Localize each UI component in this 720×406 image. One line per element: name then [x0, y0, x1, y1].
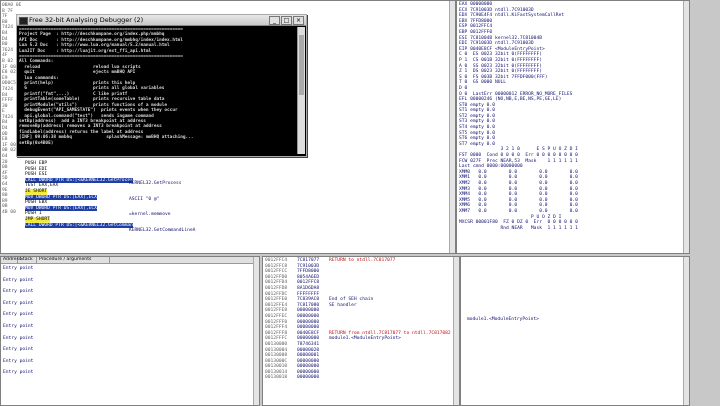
- stack-comment: SE handler: [329, 302, 357, 308]
- call-stack-pane[interactable]: AddressStack Procedure / arguments Entry …: [0, 256, 260, 406]
- register-line[interactable]: XMM2 0.0 0.0 0.0 0.0: [459, 181, 578, 187]
- call-stack-row[interactable]: Entry point: [3, 370, 33, 376]
- cpu-address-cell: 0BA0 0E: [2, 3, 22, 8]
- register-list: EAX 00000000 ECX 7C91003D ntdll.7C91003D E…: [459, 2, 578, 231]
- registers-scrollbar[interactable]: [683, 1, 689, 253]
- cpu-code-rows: PUSH EBP PUSH EDI PUSH ESI CALL DWORD PTR D…: [25, 161, 135, 229]
- disasm-row[interactable]: JE SHORT: [25, 188, 48, 195]
- workspace-background: [690, 0, 720, 255]
- call-stack-row[interactable]: Entry point: [3, 278, 33, 284]
- stack-comment-pane[interactable]: module1.<ModuleEntryPoint>: [460, 256, 690, 406]
- stack-comment-scrollbar[interactable]: [683, 257, 689, 405]
- stack-pane[interactable]: 0012FFC4 7C817077 RETURN to ntdll.7C817077…: [262, 256, 460, 406]
- stack-scrollbar[interactable]: [453, 257, 459, 405]
- maximize-button[interactable]: □: [281, 16, 292, 25]
- disasm-comment: =kernel.memmove: [129, 212, 171, 218]
- disasm-comment: KERNEL32.GetCommandLineA: [129, 227, 196, 233]
- stack-comment: RETURN to ntdll.7C817077: [329, 258, 396, 263]
- call-stack-row[interactable]: Entry point: [3, 312, 33, 318]
- register-line[interactable]: XMM4 0.0 0.0 0.0 0.0: [459, 192, 578, 198]
- stack-address: 00130018: [265, 375, 288, 381]
- register-line[interactable]: FST 0000 Cond 0 0 0 0 Err 0 0 0 0 0 0 0 …: [459, 153, 578, 159]
- cpu-address-cell: 4B 00: [2, 209, 16, 215]
- minimize-button[interactable]: _: [269, 16, 280, 25]
- console-title: Free 32-bit Analysing Debugger (2): [29, 16, 144, 24]
- col-address[interactable]: Address: [1, 257, 21, 263]
- disasm-row[interactable]: PUSH ESI: [25, 172, 47, 178]
- col-stack[interactable]: Stack: [18, 257, 37, 263]
- register-line[interactable]: Rnd NEAR Mask 1 1 1 1 1 1: [459, 226, 577, 232]
- disasm-row[interactable]: PUSH EBX: [25, 200, 47, 206]
- register-line[interactable]: EFL 00000246 (NO,NB,E,BE,NS,PE,GE,LE): [459, 97, 578, 103]
- registers-pane[interactable]: EAX 00000000 ECX 7C91003D ntdll.7C91003D E…: [456, 0, 690, 254]
- console-titlebar[interactable]: Free 32-bit Analysing Debugger (2) _ □ ×: [17, 15, 306, 26]
- call-stack-header: AddressStack Procedure / arguments: [1, 257, 259, 264]
- stack-comment: module1.<ModuleEntryPoint>: [329, 336, 401, 342]
- console-scrollbar[interactable]: [297, 27, 305, 154]
- register-line[interactable]: MXCSR 00001F80 FZ 0 DZ 0 Err 0 0 0 0 0 0: [459, 220, 578, 226]
- stack-row[interactable]: 00130018 00000000: [265, 375, 451, 381]
- disasm-row[interactable]: JMP SHORT: [25, 216, 50, 223]
- call-stack-rows: Entry point Entry point Entry point Entry p…: [3, 266, 33, 382]
- disasm-comment: KERNEL32.GetProcess: [129, 181, 182, 186]
- call-stack-row[interactable]: Entry point: [3, 347, 33, 353]
- stack-rows: 0012FFC4 7C817077 RETURN to ntdll.7C817077…: [265, 258, 451, 381]
- call-stack-row[interactable]: Entry point: [3, 324, 33, 330]
- console-line: setBp(0x4B0E): [19, 140, 54, 146]
- disasm-row[interactable]: PUSH EBP: [25, 161, 47, 167]
- disasm-row[interactable]: CALL DWORD PTR DS:[<&KERNEL32.GetComman: [25, 222, 133, 229]
- close-button[interactable]: ×: [293, 16, 304, 25]
- register-line[interactable]: XMM7 0.0 0.0 0.0 0.0: [459, 209, 578, 215]
- console-window[interactable]: Free 32-bit Analysing Debugger (2) _ □ ×…: [16, 14, 307, 157]
- call-stack-row[interactable]: Entry point: [3, 301, 33, 307]
- cpu-scrollbar[interactable]: [449, 1, 455, 253]
- col-procedure[interactable]: Procedure / arguments: [37, 257, 110, 263]
- call-stack-row[interactable]: Entry point: [3, 289, 33, 295]
- call-stack-row[interactable]: Entry point: [3, 266, 33, 272]
- call-stack-row[interactable]: Entry point: [3, 359, 33, 365]
- console-output[interactable]: ========================================…: [19, 27, 296, 154]
- stack-value: 00000000: [297, 375, 320, 381]
- call-stack-scrollbar[interactable]: [253, 257, 259, 405]
- stack-side-comment: module1.<ModuleEntryPoint>: [467, 317, 539, 322]
- call-stack-row[interactable]: Entry point: [3, 336, 33, 342]
- disasm-comment: ASCII "0 @": [129, 196, 160, 202]
- cpu-comment-column: KERNEL32.GetProcess ASCII "0 @" =kernel.me…: [129, 181, 249, 243]
- console-scroll-thumb[interactable]: [299, 35, 304, 95]
- register-line[interactable]: EDX 7C90E4F4 ntdll.KiFastSystemCallRet: [459, 13, 578, 19]
- console-app-icon: [19, 17, 28, 25]
